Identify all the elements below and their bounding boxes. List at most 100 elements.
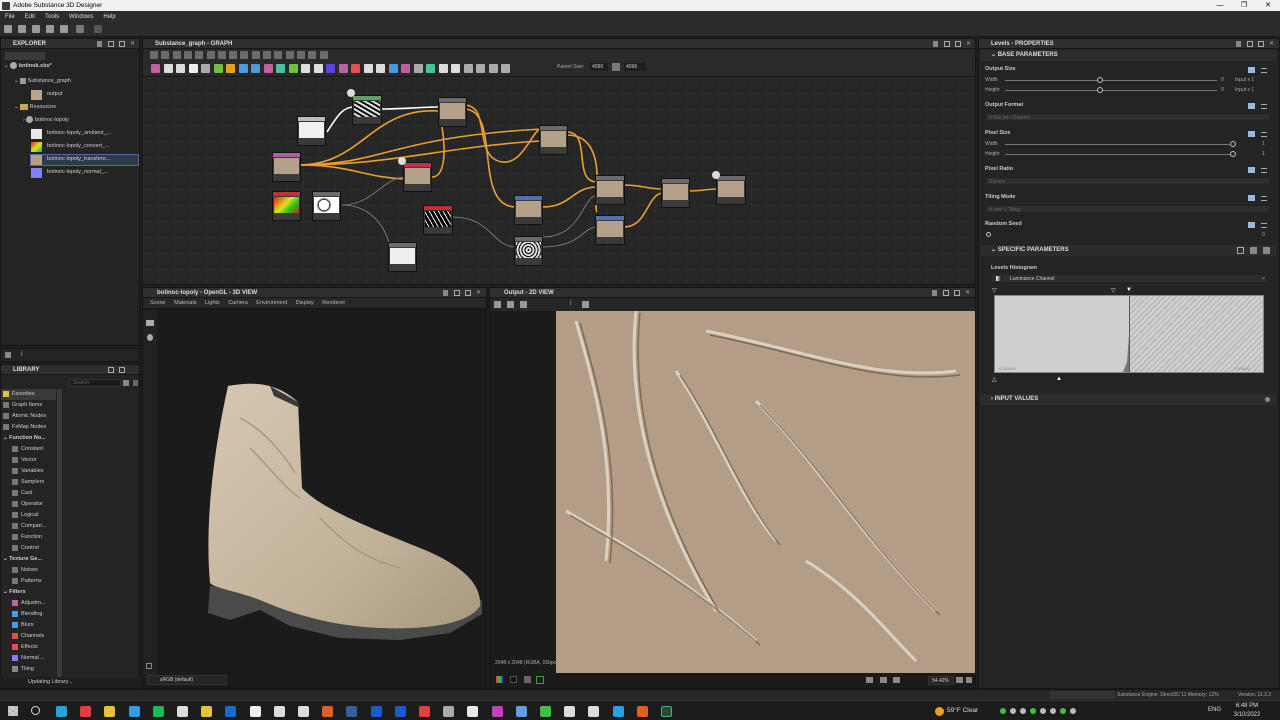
- lib-texture-header[interactable]: ⌄ Texture Ge...: [3, 554, 42, 565]
- app-icon[interactable]: [540, 706, 551, 717]
- close-panel-icon[interactable]: ✕: [130, 41, 136, 47]
- close-panel-icon[interactable]: ✕: [476, 290, 482, 296]
- fit-icon[interactable]: [494, 301, 501, 308]
- graph-node-tool-icon[interactable]: [363, 64, 373, 73]
- redo-icon[interactable]: [94, 25, 102, 33]
- app-icon[interactable]: [346, 706, 358, 717]
- tree-transfer[interactable]: botinoc-lopoly_transfere...: [47, 154, 110, 165]
- graph-node-tool-icon[interactable]: [176, 64, 185, 73]
- view3d-menu-scene[interactable]: Scene: [150, 300, 166, 306]
- expose-parameter-icon[interactable]: [1248, 131, 1255, 137]
- graph-node-tool-icon[interactable]: [288, 64, 298, 73]
- lock-icon[interactable]: [966, 677, 972, 683]
- graph-node-output[interactable]: [716, 175, 746, 205]
- graph-node-tool-icon[interactable]: [201, 64, 210, 73]
- graph-node-tool-icon[interactable]: [213, 64, 223, 73]
- options-icon[interactable]: [133, 380, 138, 386]
- float-icon[interactable]: [454, 290, 460, 296]
- graph-tool-icon[interactable]: [183, 51, 192, 59]
- pin-icon[interactable]: [933, 41, 938, 47]
- app-icon[interactable]: [249, 706, 261, 717]
- file-explorer-icon[interactable]: [104, 706, 116, 717]
- colorspace-select[interactable]: sRGB (default): [147, 675, 227, 685]
- parameter-menu-icon[interactable]: [1261, 104, 1267, 109]
- app-icon[interactable]: [636, 706, 648, 717]
- filter-icon[interactable]: [123, 380, 129, 386]
- mail-icon[interactable]: [225, 706, 237, 717]
- graph-tool-icon[interactable]: [217, 51, 226, 59]
- float-icon[interactable]: [108, 367, 114, 373]
- info-icon[interactable]: i: [570, 300, 572, 307]
- levels-histogram[interactable]: 0.000000 1.000000: [994, 295, 1264, 373]
- settings-icon[interactable]: [5, 352, 11, 358]
- width-slider-knob[interactable]: [1097, 77, 1103, 83]
- graph-node-blend-3[interactable]: [595, 175, 625, 205]
- px-width-slider-knob[interactable]: [1230, 141, 1236, 147]
- graph-node-multiply[interactable]: [514, 195, 543, 225]
- system-tray-icon[interactable]: [1020, 708, 1026, 714]
- lib-function-header[interactable]: ⌄ Function No...: [3, 433, 46, 444]
- graph-tool-icon[interactable]: [319, 51, 328, 59]
- maximize-panel-icon[interactable]: [119, 41, 125, 47]
- app-icon[interactable]: [419, 706, 430, 717]
- zoom-field[interactable]: 54.42%: [928, 676, 954, 685]
- graph-node-tool-icon[interactable]: [313, 64, 323, 73]
- system-tray-icon[interactable]: [1000, 708, 1006, 714]
- view3d-menu-environment[interactable]: Environment: [256, 300, 287, 306]
- graph-tool-icon[interactable]: [150, 51, 158, 59]
- specific-icon-3[interactable]: [1263, 247, 1270, 254]
- graph-tool-icon[interactable]: [172, 51, 181, 59]
- float-icon[interactable]: [944, 41, 950, 47]
- maximize-panel-icon[interactable]: [1258, 41, 1264, 47]
- graph-tool-icon[interactable]: [229, 51, 238, 59]
- maximize-panel-icon[interactable]: [954, 290, 960, 296]
- library-scrollbar[interactable]: [57, 389, 62, 677]
- maximize-button[interactable]: ❐: [1232, 0, 1256, 11]
- checker-icon[interactable]: [536, 676, 544, 684]
- rgb-channel-icon[interactable]: [496, 676, 503, 683]
- graph-node-tool-icon[interactable]: [388, 64, 398, 73]
- height-input-x1[interactable]: Input x 1: [1235, 87, 1254, 93]
- specific-parameters-header[interactable]: ⌄ SPECIFIC PARAMETERS: [980, 245, 1276, 256]
- tiling-icon[interactable]: [880, 677, 887, 683]
- specific-icon-1[interactable]: [1237, 247, 1244, 254]
- output-size-select[interactable]: 4096: [624, 63, 646, 71]
- lib-filters-header[interactable]: ⌄ Filters: [3, 587, 26, 598]
- graph-tool-icon[interactable]: [206, 51, 215, 59]
- lib-filter-item[interactable]: Tiling: [12, 664, 34, 675]
- tree-resources[interactable]: ⌄ Resources: [14, 102, 56, 113]
- parameter-menu-icon[interactable]: [1261, 168, 1267, 173]
- menu-windows[interactable]: Windows: [64, 14, 98, 20]
- library-search-input[interactable]: Search: [69, 379, 121, 387]
- px-height-value[interactable]: 1: [1262, 151, 1265, 157]
- system-tray-icon[interactable]: [1070, 708, 1076, 714]
- app-icon[interactable]: [491, 706, 503, 717]
- px-width-slider-track[interactable]: [1005, 144, 1235, 145]
- graph-node-tool-icon[interactable]: [401, 64, 410, 73]
- weather-text[interactable]: 59°F Clear: [947, 707, 978, 714]
- maximize-panel-icon[interactable]: [465, 290, 471, 296]
- graph-tool-icon[interactable]: [251, 51, 260, 59]
- tile-icon[interactable]: [524, 676, 531, 683]
- input-mid-handle[interactable]: ▽: [1111, 287, 1116, 294]
- app-icon[interactable]: [588, 706, 600, 717]
- telegram-icon[interactable]: [56, 706, 67, 717]
- spotify-icon[interactable]: [152, 706, 164, 717]
- lib-atomic-nodes[interactable]: Atomic Nodes: [3, 411, 46, 422]
- photos-icon[interactable]: [201, 706, 213, 717]
- close-panel-icon[interactable]: ✕: [1269, 41, 1275, 47]
- output-low-handle[interactable]: △: [992, 376, 997, 383]
- graph-node-tool-icon[interactable]: [226, 64, 235, 73]
- expose-parameter-icon[interactable]: [1248, 167, 1255, 173]
- store-icon[interactable]: [128, 706, 140, 717]
- graph-node-tool-icon[interactable]: [476, 64, 485, 73]
- app-icon[interactable]: [612, 706, 624, 717]
- graph-node-tool-icon[interactable]: [338, 64, 348, 73]
- graph-tool-icon[interactable]: [240, 51, 249, 59]
- lib-function-item[interactable]: Compari...: [12, 521, 46, 532]
- graph-node-tool-icon[interactable]: [463, 64, 473, 73]
- alpha-channel-icon[interactable]: [510, 676, 517, 683]
- search-icon[interactable]: [31, 706, 40, 715]
- lib-function-item[interactable]: Function: [12, 532, 42, 543]
- px-height-slider-track[interactable]: [1005, 154, 1235, 155]
